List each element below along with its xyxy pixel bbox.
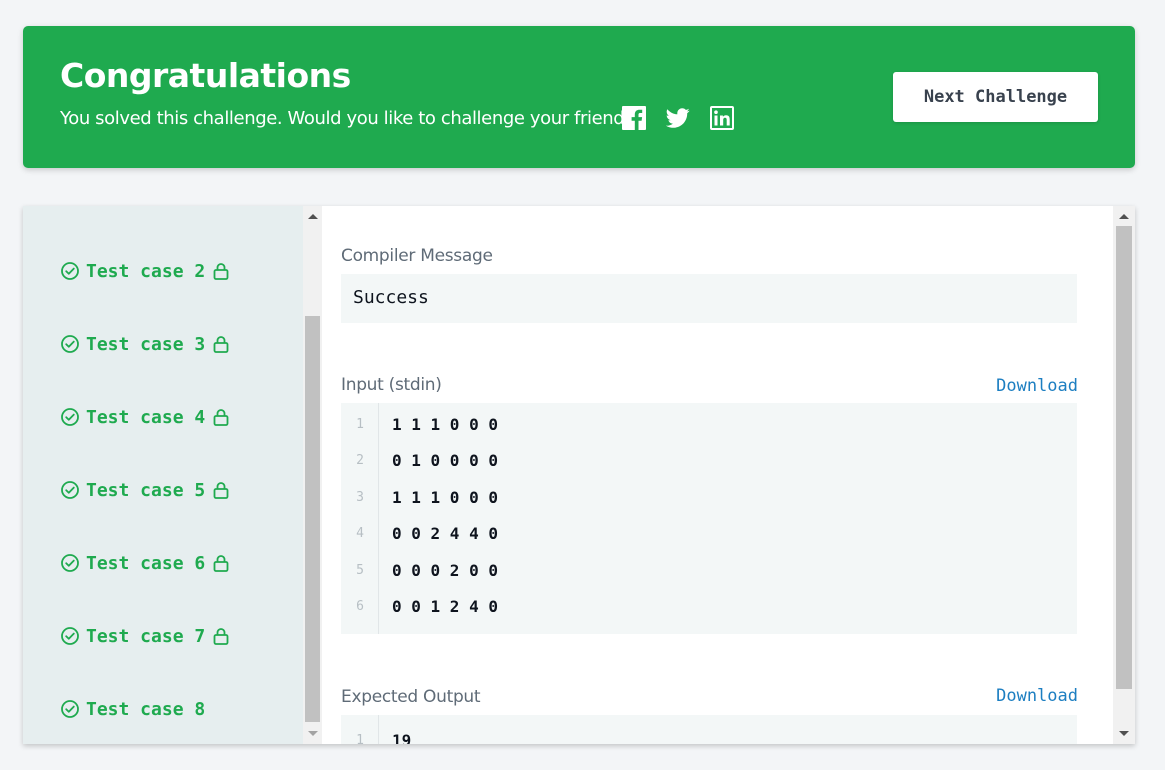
scroll-down-arrow-icon[interactable] — [1119, 731, 1129, 736]
test-case-label: Test case 8 — [86, 698, 206, 720]
scroll-down-arrow-icon[interactable] — [308, 731, 318, 736]
test-case-item[interactable]: Test case 2 — [60, 257, 231, 285]
line-text: 0 1 0 0 0 0 — [392, 451, 498, 470]
code-line: 1 19 — [341, 725, 1077, 744]
success-banner: Congratulations You solved this challeng… — [23, 26, 1135, 168]
line-text: 0 0 1 2 4 0 — [392, 597, 498, 616]
line-text: 1 1 1 0 0 0 — [392, 415, 498, 434]
scroll-up-arrow-icon[interactable] — [308, 214, 318, 219]
content-scrollbar[interactable] — [1113, 206, 1135, 744]
output-code-box: 1 19 — [341, 715, 1077, 744]
expected-output-label: Expected Output — [341, 687, 481, 707]
facebook-icon[interactable] — [622, 106, 646, 130]
test-case-item[interactable]: Test case 5 — [60, 476, 231, 504]
check-circle-icon — [60, 480, 80, 500]
scrollbar-thumb[interactable] — [1116, 226, 1132, 689]
test-case-label: Test case 6 — [86, 552, 206, 574]
line-number: 3 — [356, 490, 364, 505]
line-number: 1 — [356, 417, 364, 432]
lock-icon — [211, 261, 231, 281]
check-circle-icon — [60, 699, 80, 719]
output-download-link[interactable]: Download — [996, 686, 1078, 706]
input-code-box: 1 1 1 1 0 0 0 2 0 1 0 0 0 0 3 1 1 1 0 0 … — [341, 403, 1077, 634]
check-circle-icon — [60, 626, 80, 646]
test-case-item[interactable]: Test case 4 — [60, 403, 231, 431]
sidebar-scrollbar[interactable] — [303, 206, 322, 744]
test-case-details: Compiler Message Success Input (stdin) D… — [322, 206, 1113, 744]
line-number: 6 — [356, 599, 364, 614]
results-panel: Test case 2 Test case 3 Test case 4 Test… — [23, 206, 1135, 744]
test-case-item[interactable]: Test case 3 — [60, 330, 231, 358]
line-text: 0 0 2 4 4 0 — [392, 524, 498, 543]
lock-icon — [211, 334, 231, 354]
twitter-icon[interactable] — [666, 106, 690, 130]
banner-title: Congratulations — [60, 56, 351, 95]
check-circle-icon — [60, 407, 80, 427]
line-number: 1 — [356, 733, 364, 744]
code-line: 4 0 0 2 4 4 0 — [341, 518, 1077, 554]
code-line: 5 0 0 0 2 0 0 — [341, 555, 1077, 591]
compiler-message: Success — [341, 274, 1077, 323]
line-text: 1 1 1 0 0 0 — [392, 488, 498, 507]
compiler-message-label: Compiler Message — [341, 246, 493, 266]
lock-icon — [211, 553, 231, 573]
banner-subtitle: You solved this challenge. Would you lik… — [60, 108, 643, 129]
lock-icon — [211, 626, 231, 646]
test-case-item[interactable]: Test case 6 — [60, 549, 231, 577]
line-number: 5 — [356, 563, 364, 578]
test-case-label: Test case 2 — [86, 260, 206, 282]
check-circle-icon — [60, 261, 80, 281]
next-challenge-button[interactable]: Next Challenge — [893, 72, 1098, 122]
test-case-label: Test case 7 — [86, 625, 206, 647]
test-case-label: Test case 4 — [86, 406, 206, 428]
scrollbar-thumb[interactable] — [305, 316, 320, 722]
test-case-label: Test case 5 — [86, 479, 206, 501]
input-download-link[interactable]: Download — [996, 376, 1078, 396]
line-text: 19 — [392, 731, 412, 744]
code-line: 6 0 0 1 2 4 0 — [341, 591, 1077, 627]
code-line: 2 0 1 0 0 0 0 — [341, 445, 1077, 481]
check-circle-icon — [60, 553, 80, 573]
lock-icon — [211, 407, 231, 427]
linkedin-icon[interactable] — [710, 106, 734, 130]
code-line: 3 1 1 1 0 0 0 — [341, 482, 1077, 518]
lock-icon — [211, 480, 231, 500]
test-case-item[interactable]: Test case 7 — [60, 622, 231, 650]
check-circle-icon — [60, 334, 80, 354]
input-label: Input (stdin) — [341, 375, 442, 395]
test-case-sidebar: Test case 2 Test case 3 Test case 4 Test… — [23, 206, 303, 744]
test-case-item[interactable]: Test case 8 — [60, 695, 205, 723]
line-number: 2 — [356, 453, 364, 468]
scroll-up-arrow-icon[interactable] — [1119, 214, 1129, 219]
line-text: 0 0 0 2 0 0 — [392, 561, 498, 580]
code-line: 1 1 1 1 0 0 0 — [341, 409, 1077, 445]
line-number: 4 — [356, 526, 364, 541]
test-case-label: Test case 3 — [86, 333, 206, 355]
